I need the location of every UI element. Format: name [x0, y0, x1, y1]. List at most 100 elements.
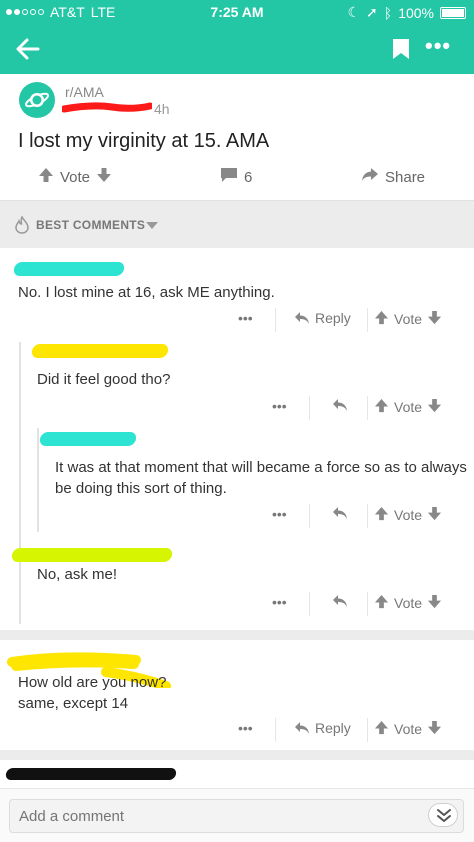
- comment-body: Did it feel good tho?: [37, 371, 171, 388]
- comment-body: No. I lost mine at 16, ask ME anything.: [18, 284, 275, 301]
- comment-vote-control: Vote: [374, 720, 442, 738]
- vote-label: Vote: [394, 507, 423, 523]
- more-options-button[interactable]: •••: [272, 506, 287, 522]
- bluetooth-icon: ᛒ: [383, 4, 393, 21]
- reply-arrow-icon: [333, 399, 347, 411]
- app-bar: •••: [0, 24, 474, 74]
- downvote-icon[interactable]: [427, 310, 442, 328]
- bookmark-button[interactable]: [390, 37, 412, 61]
- arrow-left-icon: [16, 38, 40, 60]
- back-button[interactable]: [14, 35, 42, 63]
- comment-3: It was at that moment that will became a…: [38, 426, 474, 532]
- reply-label: Reply: [315, 720, 351, 736]
- comment-2: Did it feel good tho? ••• Vote: [22, 338, 474, 428]
- thread-divider: [0, 750, 474, 760]
- redacted-author-scribble: [10, 548, 174, 562]
- comment-1: No. I lost mine at 16, ask ME anything. …: [0, 248, 474, 342]
- post-actions: Vote 6 Share: [0, 164, 474, 190]
- sort-label: BEST COMMENTS: [36, 218, 146, 232]
- bookmark-icon: [393, 39, 409, 59]
- comment-bubble-icon: [220, 167, 238, 187]
- upvote-icon[interactable]: [374, 720, 389, 738]
- status-icons: ☾ ➚ ᛒ 100%: [347, 4, 466, 21]
- subreddit-name[interactable]: r/AMA: [65, 84, 104, 100]
- status-bar: AT&T LTE 7:25 AM ☾ ➚ ᛒ 100%: [0, 0, 474, 24]
- caret-down-icon: [146, 222, 158, 229]
- comment-5: How old are you now? same, except 14 •••…: [0, 640, 474, 750]
- double-chevron-down-icon: [437, 809, 451, 822]
- more-options-button[interactable]: •••: [425, 35, 453, 62]
- share-label: Share: [385, 168, 426, 186]
- comment-actions: ••• Reply Vote: [0, 308, 474, 332]
- upvote-icon[interactable]: [374, 506, 389, 524]
- post-header: r/AMA 4h I lost my virginity at 15. AMA …: [0, 74, 474, 202]
- post-title[interactable]: I lost my virginity at 15. AMA: [18, 130, 269, 153]
- redacted-author-scribble: [12, 262, 126, 276]
- reply-button[interactable]: Reply: [294, 720, 351, 736]
- comment-vote-control: Vote: [374, 594, 442, 612]
- post-vote-label: Vote: [60, 168, 91, 186]
- upvote-icon[interactable]: [374, 398, 389, 416]
- share-arrow-icon: [361, 167, 379, 187]
- comment-body: It was at that moment that will became a…: [55, 459, 467, 497]
- reply-arrow-icon: [333, 595, 347, 607]
- downvote-icon[interactable]: [96, 167, 112, 187]
- redacted-author-scribble: [62, 102, 152, 113]
- comment-6-partial: [0, 760, 474, 788]
- comment-composer: [0, 788, 474, 842]
- location-arrow-icon: ➚: [366, 4, 378, 20]
- downvote-icon[interactable]: [427, 398, 442, 416]
- downvote-icon[interactable]: [427, 506, 442, 524]
- flame-icon: [15, 216, 29, 234]
- vote-label: Vote: [394, 311, 423, 327]
- comment-body: How old are you now? same, except 14: [18, 674, 167, 712]
- downvote-icon[interactable]: [427, 594, 442, 612]
- redacted-author-scribble: [38, 432, 138, 446]
- sort-bar[interactable]: BEST COMMENTS: [0, 200, 474, 248]
- more-options-button[interactable]: •••: [272, 594, 287, 610]
- reply-arrow-icon: [333, 507, 347, 519]
- comment-body: No, ask me!: [37, 566, 118, 583]
- comment-vote-control: Vote: [374, 506, 442, 524]
- battery-icon: [440, 6, 466, 19]
- comment-4: No, ask me! ••• Vote: [10, 540, 474, 624]
- planet-icon: [25, 92, 49, 108]
- reply-arrow-icon: [295, 722, 309, 734]
- comments-button[interactable]: 6: [220, 167, 252, 187]
- redacted-author-scribble: [4, 768, 178, 780]
- comment-actions: ••• Vote: [22, 592, 474, 616]
- upvote-icon[interactable]: [374, 310, 389, 328]
- subreddit-avatar[interactable]: [19, 82, 55, 118]
- comment-vote-control: Vote: [374, 310, 442, 328]
- more-options-button[interactable]: •••: [238, 720, 253, 736]
- thread-divider: [0, 630, 474, 640]
- reply-label: Reply: [315, 310, 351, 326]
- more-options-button[interactable]: •••: [272, 398, 287, 414]
- comment-actions: ••• Vote: [22, 396, 474, 420]
- comment-actions: ••• Reply Vote: [0, 718, 474, 742]
- reply-button[interactable]: [332, 594, 348, 608]
- comment-count: 6: [244, 168, 253, 186]
- add-comment-input[interactable]: [9, 799, 464, 833]
- upvote-icon[interactable]: [38, 167, 54, 187]
- vote-label: Vote: [394, 399, 423, 415]
- upvote-icon[interactable]: [374, 594, 389, 612]
- post-vote-control: Vote: [38, 167, 112, 187]
- vote-label: Vote: [394, 721, 423, 737]
- moon-icon: ☾: [347, 4, 361, 20]
- share-button[interactable]: Share: [361, 167, 425, 187]
- battery-percent: 100%: [398, 4, 434, 21]
- reply-button[interactable]: Reply: [294, 310, 351, 326]
- comment-vote-control: Vote: [374, 398, 442, 416]
- reply-button[interactable]: [332, 398, 348, 412]
- thread-line: [37, 428, 39, 532]
- jump-next-button[interactable]: [428, 803, 458, 827]
- thread-line: [19, 342, 21, 624]
- post-age: 4h: [154, 101, 170, 117]
- vote-label: Vote: [394, 595, 423, 611]
- reply-arrow-icon: [295, 312, 309, 324]
- reply-button[interactable]: [332, 506, 348, 520]
- downvote-icon[interactable]: [427, 720, 442, 738]
- more-options-button[interactable]: •••: [238, 310, 253, 326]
- redacted-author-scribble: [30, 344, 170, 358]
